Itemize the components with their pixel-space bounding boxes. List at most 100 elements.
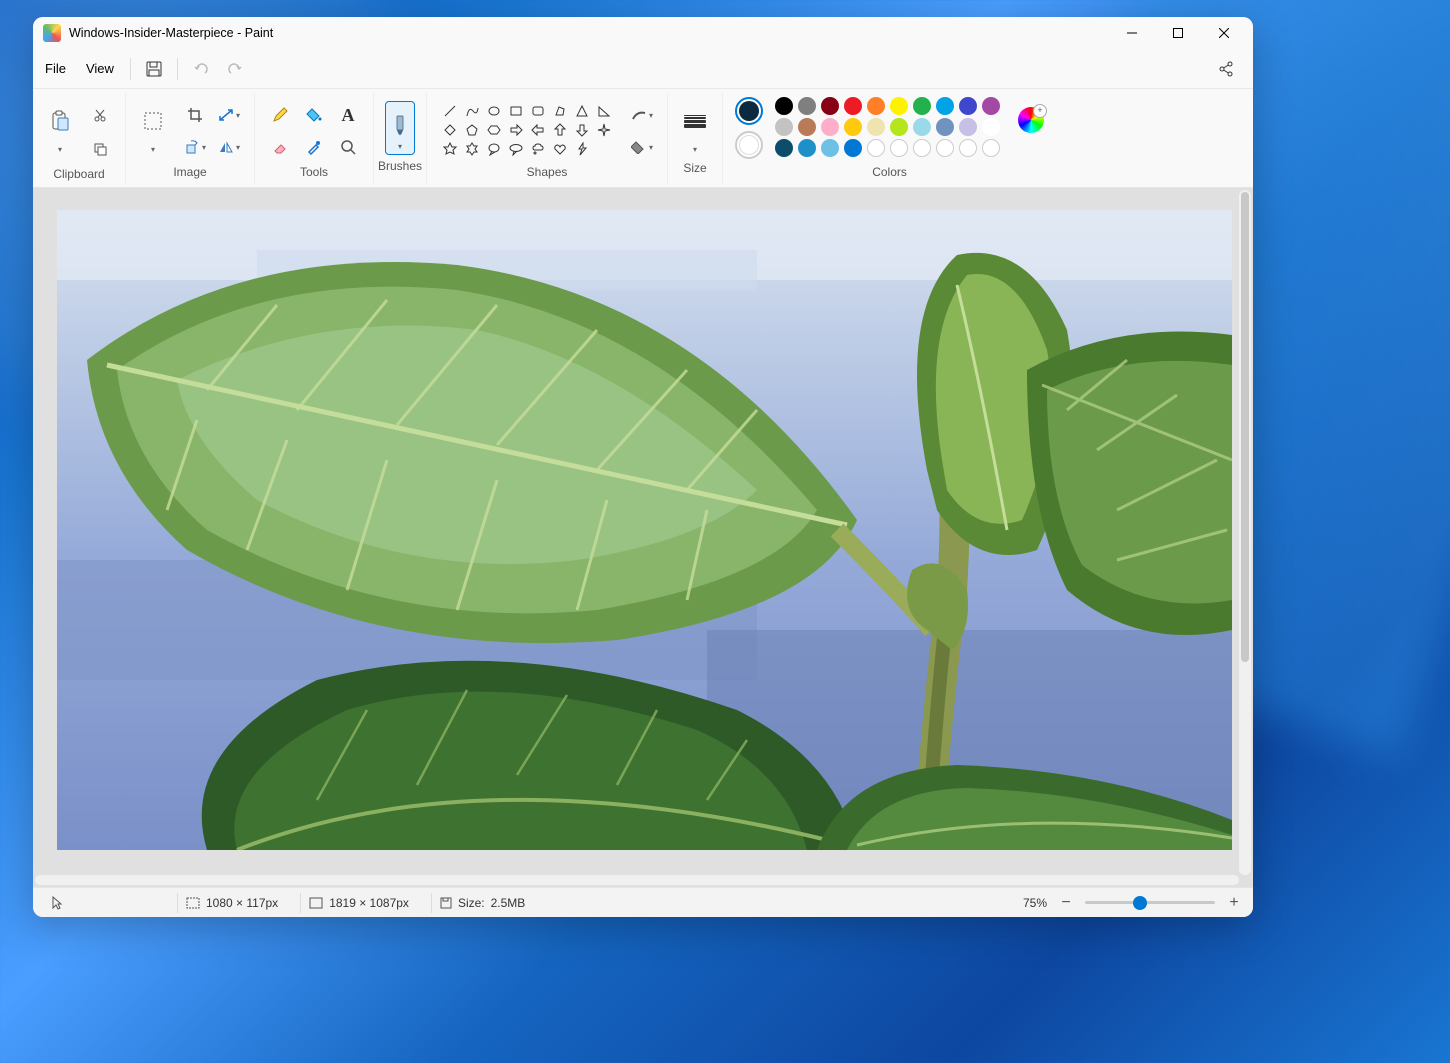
zoom-in-button[interactable]: + (1225, 894, 1243, 912)
palette-swatch[interactable] (936, 139, 954, 157)
zoom-slider[interactable] (1085, 901, 1215, 904)
shape-outline-button[interactable] (627, 101, 657, 129)
stroke-size-button[interactable] (678, 101, 712, 141)
palette-swatch[interactable] (890, 97, 908, 115)
fill-tool[interactable] (299, 101, 329, 129)
palette-swatch[interactable] (913, 139, 931, 157)
color-picker-tool[interactable] (299, 133, 329, 161)
shape-line[interactable] (441, 103, 459, 119)
shape-oval[interactable] (485, 103, 503, 119)
paste-dropdown[interactable]: ▾ (45, 141, 75, 157)
pencil-tool[interactable] (265, 101, 295, 129)
shapes-gallery[interactable] (437, 101, 617, 159)
palette-swatch[interactable] (844, 139, 862, 157)
brushes-button[interactable]: ▾ (385, 101, 415, 155)
palette-swatch[interactable] (775, 97, 793, 115)
minimize-button[interactable] (1109, 17, 1155, 49)
group-label-clipboard: Clipboard (53, 163, 104, 183)
palette-swatch[interactable] (821, 118, 839, 136)
select-dropdown[interactable]: ▾ (138, 141, 168, 157)
select-button[interactable] (136, 101, 170, 141)
palette-swatch[interactable] (844, 118, 862, 136)
shape-arrow-right[interactable] (507, 122, 525, 138)
palette-swatch[interactable] (844, 97, 862, 115)
palette-swatch[interactable] (890, 139, 908, 157)
menu-view[interactable]: View (76, 55, 124, 82)
shape-hexagon[interactable] (485, 122, 503, 138)
magnifier-tool[interactable] (333, 133, 363, 161)
rotate-button[interactable] (180, 133, 210, 161)
shape-arrow-up[interactable] (551, 122, 569, 138)
shape-heart[interactable] (551, 141, 569, 157)
resize-button[interactable] (214, 101, 244, 129)
shape-rect[interactable] (507, 103, 525, 119)
shape-right-triangle[interactable] (595, 103, 613, 119)
palette-swatch[interactable] (867, 97, 885, 115)
file-size-label: Size: (458, 896, 485, 910)
palette-swatch[interactable] (982, 97, 1000, 115)
undo-button[interactable] (184, 54, 218, 84)
shape-diamond[interactable] (441, 122, 459, 138)
palette-swatch[interactable] (936, 97, 954, 115)
palette-swatch[interactable] (959, 118, 977, 136)
palette-swatch[interactable] (821, 97, 839, 115)
paint-window: Windows-Insider-Masterpiece - Paint File… (33, 17, 1253, 917)
palette-swatch[interactable] (798, 139, 816, 157)
flip-button[interactable] (214, 133, 244, 161)
close-button[interactable] (1201, 17, 1247, 49)
palette-swatch[interactable] (775, 118, 793, 136)
palette-swatch[interactable] (890, 118, 908, 136)
palette-swatch[interactable] (867, 139, 885, 157)
palette-swatch[interactable] (982, 139, 1000, 157)
shape-curve[interactable] (463, 103, 481, 119)
edit-colors-button[interactable] (1018, 107, 1044, 133)
zoom-out-button[interactable]: − (1057, 894, 1075, 912)
palette-swatch[interactable] (775, 139, 793, 157)
color-primary[interactable] (735, 97, 763, 125)
vertical-scrollbar[interactable] (1239, 190, 1251, 875)
palette-swatch[interactable] (982, 118, 1000, 136)
maximize-button[interactable] (1155, 17, 1201, 49)
group-label-brushes: Brushes (378, 155, 422, 175)
shape-lightning[interactable] (573, 141, 591, 157)
cut-button[interactable] (85, 101, 115, 129)
palette-swatch[interactable] (798, 97, 816, 115)
copy-button[interactable] (85, 135, 115, 163)
text-tool[interactable]: A (333, 101, 363, 129)
palette-swatch[interactable] (959, 139, 977, 157)
shape-arrow-down[interactable] (573, 122, 591, 138)
horizontal-scrollbar[interactable] (35, 875, 1239, 885)
palette-swatch[interactable] (867, 118, 885, 136)
shape-6star[interactable] (463, 141, 481, 157)
shape-pentagon[interactable] (463, 122, 481, 138)
menu-file[interactable]: File (35, 55, 76, 82)
eraser-tool[interactable] (265, 133, 295, 161)
shape-arrow-left[interactable] (529, 122, 547, 138)
paste-button[interactable] (43, 101, 77, 141)
palette-swatch[interactable] (913, 118, 931, 136)
shape-callout-round[interactable] (485, 141, 503, 157)
cursor-icon (51, 896, 63, 910)
crop-button[interactable] (180, 101, 210, 129)
shape-callout-cloud[interactable] (529, 141, 547, 157)
shape-5star[interactable] (441, 141, 459, 157)
palette-swatch[interactable] (913, 97, 931, 115)
palette-swatch[interactable] (936, 118, 954, 136)
shape-fill-button[interactable] (627, 133, 657, 161)
palette-swatch[interactable] (959, 97, 977, 115)
canvas[interactable] (57, 210, 1232, 850)
redo-button[interactable] (218, 54, 252, 84)
stroke-size-dropdown[interactable]: ▾ (680, 141, 710, 157)
palette-swatch[interactable] (798, 118, 816, 136)
shape-polygon[interactable] (551, 103, 569, 119)
save-button[interactable] (137, 54, 171, 84)
shape-triangle[interactable] (573, 103, 591, 119)
shape-4star[interactable] (595, 122, 613, 138)
color-secondary[interactable] (735, 131, 763, 159)
share-button[interactable] (1209, 54, 1243, 84)
shape-roundrect[interactable] (529, 103, 547, 119)
title-bar: Windows-Insider-Masterpiece - Paint (33, 17, 1253, 49)
shape-callout-oval[interactable] (507, 141, 525, 157)
palette-swatch[interactable] (821, 139, 839, 157)
group-size: ▾ Size (668, 93, 723, 185)
